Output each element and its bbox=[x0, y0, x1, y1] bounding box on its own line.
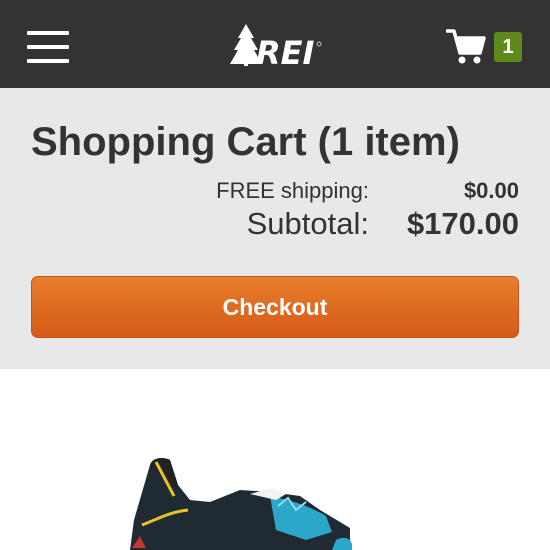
checkout-button[interactable]: Checkout bbox=[31, 276, 519, 338]
shipping-row: FREE shipping: $0.00 bbox=[216, 178, 519, 204]
rei-logo[interactable]: REI bbox=[230, 22, 322, 68]
shipping-label: FREE shipping: bbox=[216, 178, 369, 203]
cart-summary: Shopping Cart (1 item) FREE shipping: $0… bbox=[0, 88, 550, 369]
subtotal-row: Subtotal: $170.00 bbox=[247, 206, 519, 242]
subtotal-label: Subtotal: bbox=[246, 206, 369, 241]
product-image[interactable] bbox=[100, 440, 400, 550]
subtotal-value: $170.00 bbox=[406, 206, 519, 241]
shipping-value: $0.00 bbox=[463, 178, 519, 203]
cart-count-badge[interactable]: 1 bbox=[494, 32, 522, 62]
page-title: Shopping Cart (1 item) bbox=[31, 120, 460, 164]
top-bar: REI 1 bbox=[0, 0, 550, 88]
shopping-cart-icon[interactable] bbox=[446, 28, 486, 64]
rei-logo-text: REI bbox=[256, 34, 315, 68]
hamburger-menu-icon[interactable] bbox=[27, 31, 69, 63]
